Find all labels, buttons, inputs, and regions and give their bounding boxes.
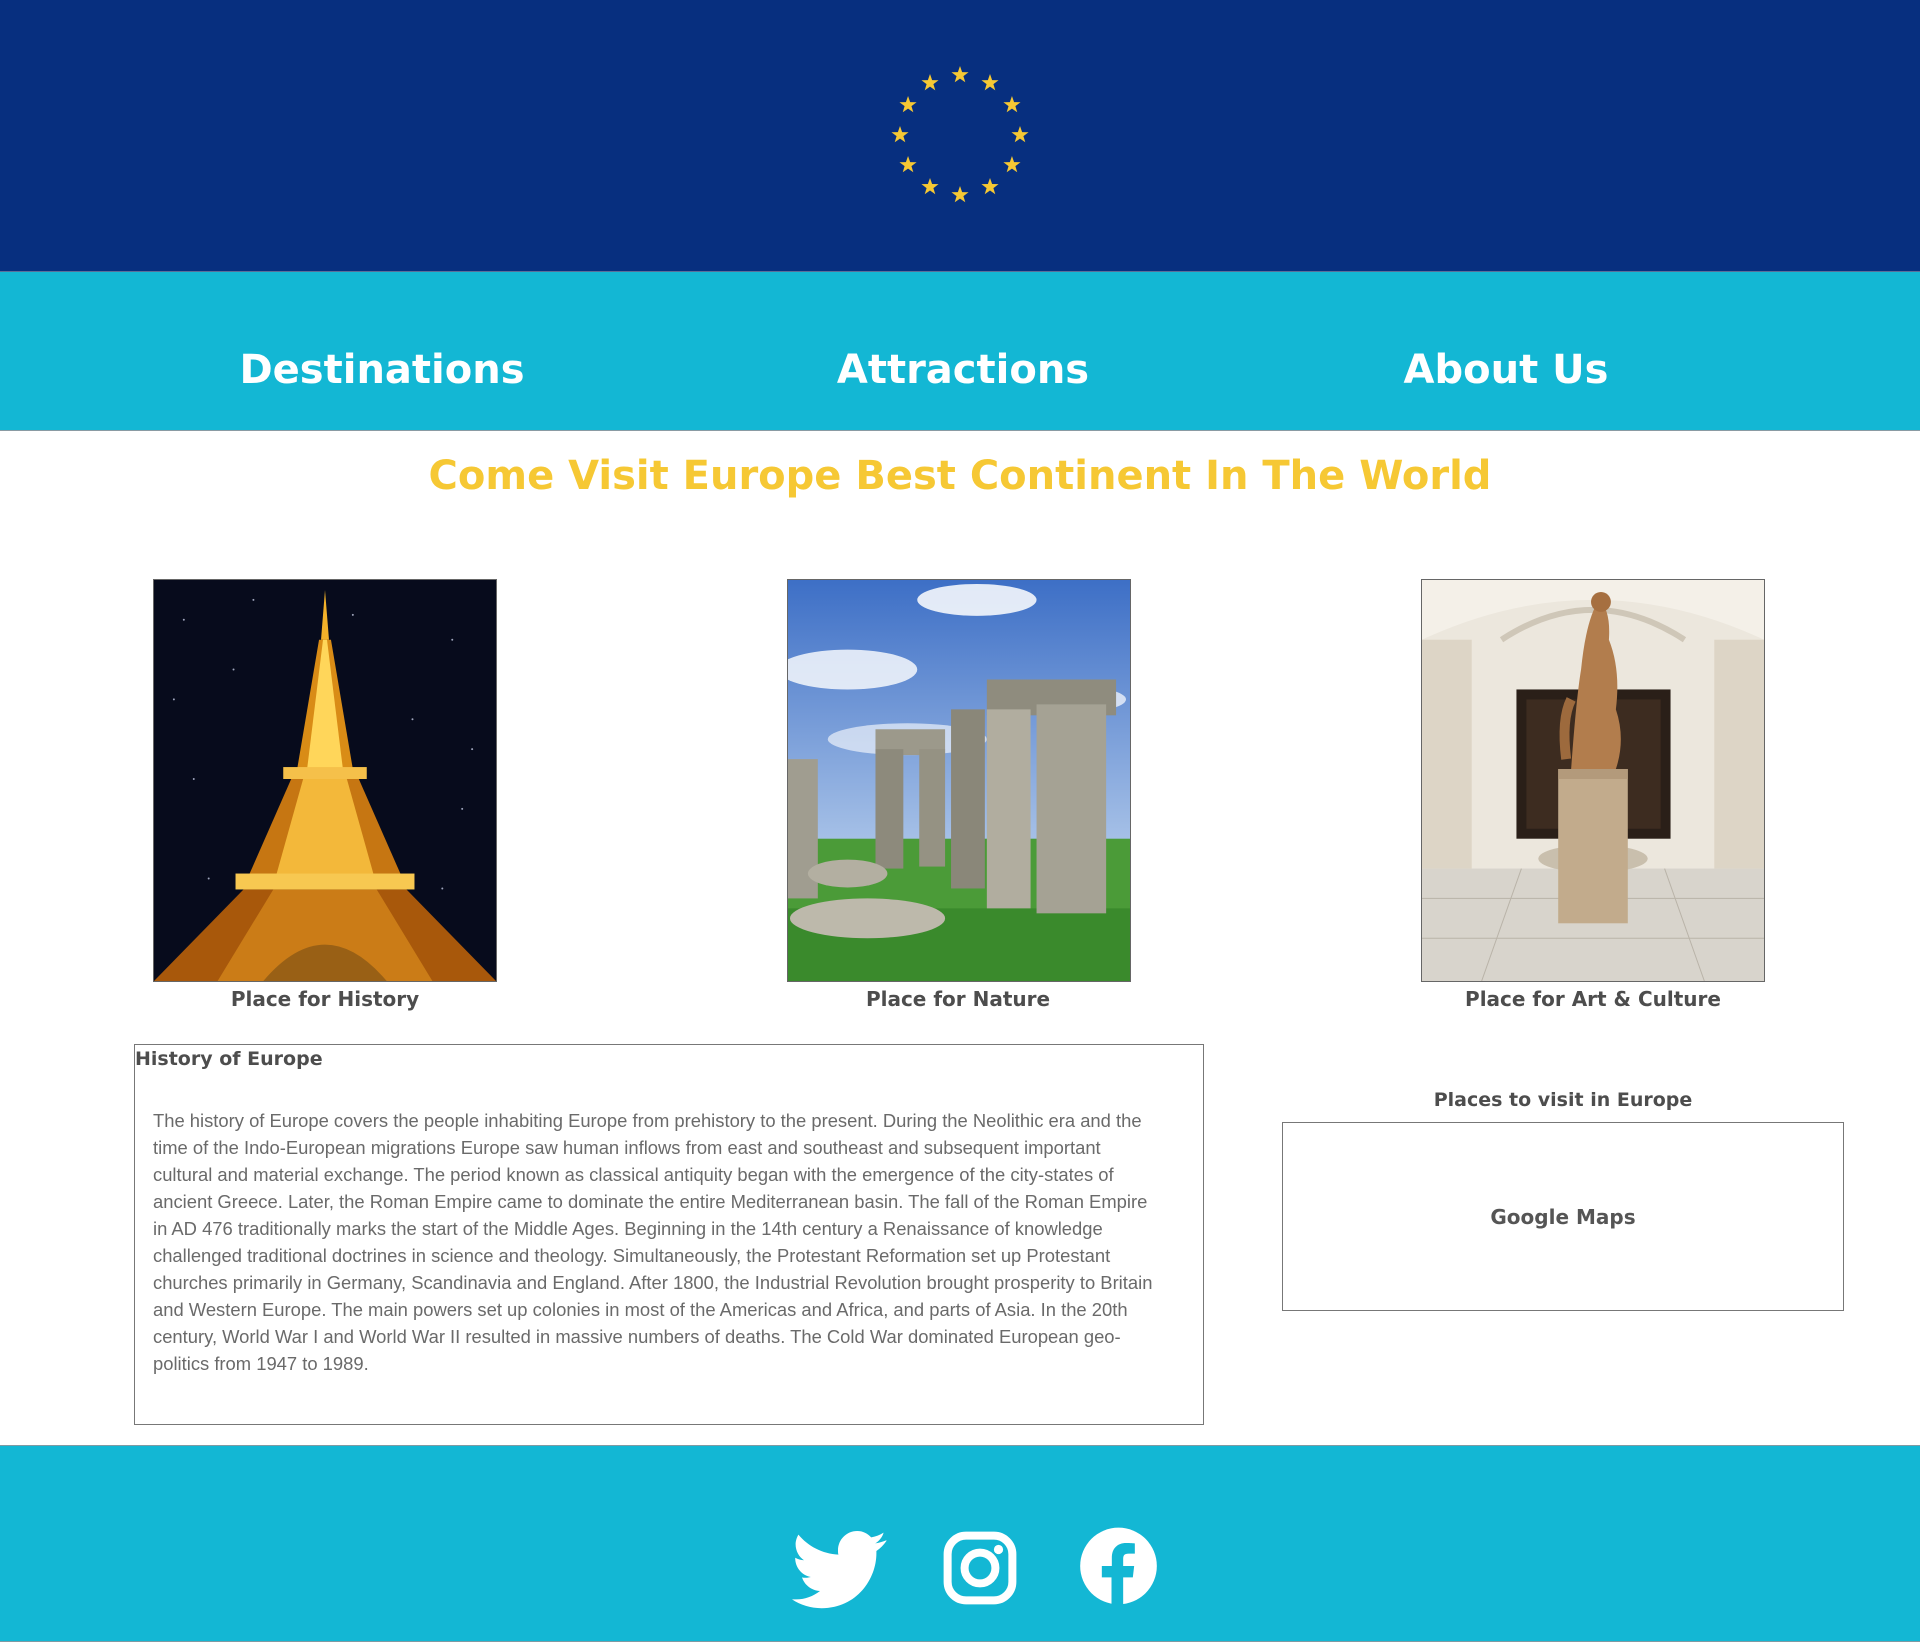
stonehenge-image [787, 579, 1131, 982]
nav-destinations[interactable]: Destinations [239, 347, 524, 393]
main-nav: Destinations Attractions About Us [0, 272, 1920, 431]
site-header [0, 0, 1920, 272]
eu-flag-stars-icon [891, 66, 1029, 203]
eu-star-icon [921, 74, 939, 91]
site-footer [0, 1445, 1920, 1642]
map-label: Google Maps [1490, 1204, 1636, 1229]
eu-star-icon [921, 177, 939, 195]
eu-star-icon [1003, 96, 1021, 113]
eu-star-icon [981, 177, 999, 195]
history-title: History of Europe [135, 1048, 323, 1070]
instagram-icon[interactable] [942, 1531, 1018, 1641]
facebook-icon[interactable] [1069, 1526, 1168, 1636]
eu-star-icon [1011, 126, 1029, 143]
eu-star-icon [899, 156, 917, 173]
nav-about-us[interactable]: About Us [1404, 347, 1609, 393]
page-headline: Come Visit Europe Best Continent In The … [428, 453, 1492, 499]
eu-star-icon [891, 126, 909, 143]
eu-star-icon [951, 66, 969, 83]
places-title: Places to visit in Europe [1433, 1089, 1693, 1111]
caption-nature: Place for Nature [865, 987, 1051, 1011]
eu-star-icon [981, 74, 999, 91]
caption-art-culture: Place for Art & Culture [1465, 987, 1721, 1011]
history-text: The history of Europe covers the people … [153, 1110, 1153, 1374]
eu-star-icon [899, 96, 917, 113]
twitter-icon[interactable] [788, 1531, 892, 1641]
museum-sculpture-image [1421, 579, 1765, 982]
nav-attractions[interactable]: Attractions [837, 347, 1089, 393]
eu-star-icon [1003, 156, 1021, 173]
caption-history: Place for History [230, 987, 420, 1011]
google-map-embed[interactable]: Google Maps [1282, 1122, 1844, 1311]
eu-star-icon [951, 186, 969, 203]
history-panel: History of Europe The history of Europe … [134, 1044, 1204, 1425]
eiffel-tower-image [153, 579, 497, 982]
